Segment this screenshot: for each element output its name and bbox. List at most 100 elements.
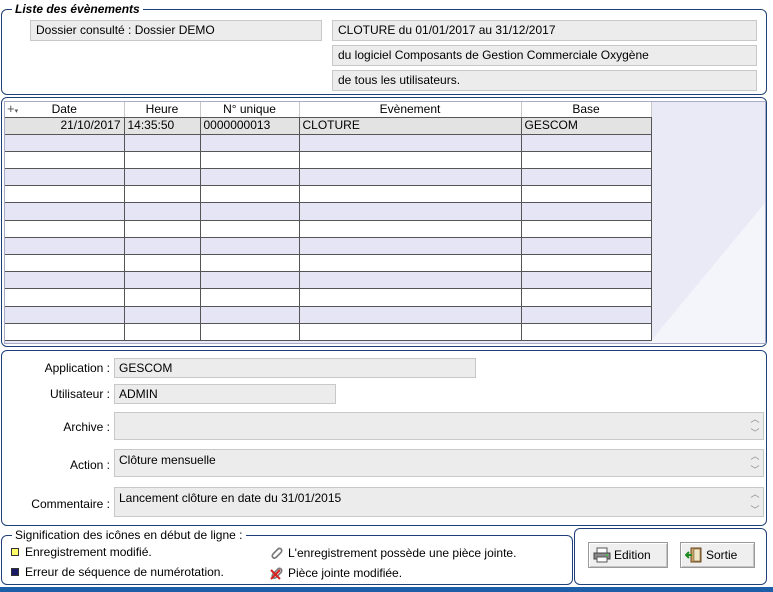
archive-label: Archive : (63, 420, 110, 434)
edition-button[interactable]: Edition (588, 542, 668, 568)
legend-attachment: L'enregistrement possède une pièce joint… (268, 545, 516, 561)
grid-header-numero[interactable]: N° unique (200, 102, 300, 118)
application-field[interactable]: GESCOM (114, 358, 476, 378)
cell-base (521, 306, 652, 324)
cell-heure: 14:35:50 (124, 117, 201, 135)
table-row[interactable] (5, 237, 652, 256)
window-bottom-bar (0, 587, 773, 592)
scroll-down-icon[interactable]: ﹀ (750, 465, 759, 475)
grid-header-date[interactable]: +▾ Date (5, 102, 125, 118)
cell-date (5, 323, 125, 341)
cell-base (521, 220, 652, 238)
cell-base (521, 254, 652, 273)
grid-header-heure[interactable]: Heure (124, 102, 201, 118)
cell-base (521, 237, 652, 256)
scroll-up-icon[interactable]: ︿ (750, 489, 759, 499)
scroll-down-icon[interactable]: ﹀ (750, 505, 759, 515)
cell-evenement (299, 237, 522, 256)
cell-date (5, 288, 125, 307)
cell-heure (124, 254, 201, 273)
cell-evenement (299, 185, 522, 204)
dossier-label: Dossier consulté : Dossier DEMO (30, 20, 322, 41)
cell-date: 21/10/2017 (5, 117, 125, 135)
events-grid[interactable]: +▾ Date Heure N° unique Evènement Base 2… (4, 101, 766, 344)
cell-date (5, 237, 125, 256)
cell-evenement (299, 168, 522, 187)
cell-date (5, 151, 125, 170)
cell-numero (200, 185, 300, 204)
cell-date (5, 271, 125, 290)
archive-field[interactable]: ︿ ﹀ (114, 412, 764, 440)
comment-field[interactable]: Lancement clôture en date du 31/01/2015 … (114, 487, 764, 517)
table-row[interactable] (5, 185, 652, 204)
cell-numero (200, 306, 300, 324)
legend-attachment-modified-label: Pièce jointe modifiée. (288, 566, 403, 580)
cell-numero (200, 254, 300, 273)
software-info: du logiciel Composants de Gestion Commer… (332, 45, 757, 66)
cell-base (521, 271, 652, 290)
user-field[interactable]: ADMIN (114, 384, 336, 404)
cell-base (521, 168, 652, 187)
events-table: +▾ Date Heure N° unique Evènement Base 2… (5, 102, 652, 341)
cell-base (521, 151, 652, 170)
cell-base (521, 288, 652, 307)
table-row[interactable] (5, 134, 652, 152)
action-scrollbar[interactable]: ︿ ﹀ (749, 451, 761, 475)
sortie-button-label: Sortie (706, 548, 738, 562)
action-value: Clôture mensuelle (119, 453, 216, 467)
cell-date (5, 134, 125, 152)
action-field[interactable]: Clôture mensuelle ︿ ﹀ (114, 449, 764, 477)
printer-icon (593, 547, 611, 563)
cell-heure (124, 151, 201, 170)
cell-heure (124, 202, 201, 221)
table-row[interactable] (5, 271, 652, 290)
user-label: Utilisateur : (49, 387, 110, 401)
cell-heure (124, 185, 201, 204)
cell-date (5, 168, 125, 187)
cell-numero (200, 288, 300, 307)
cell-numero: 0000000013 (200, 117, 300, 135)
table-row[interactable] (5, 323, 652, 341)
grid-header-base[interactable]: Base (521, 102, 652, 118)
legend-modified-label: Enregistrement modifié. (25, 545, 152, 559)
table-row[interactable] (5, 220, 652, 238)
legend-sequence-error-label: Erreur de séquence de numérotation. (25, 565, 224, 579)
users-info: de tous les utilisateurs. (332, 70, 757, 91)
edition-button-label: Edition (614, 548, 651, 562)
scroll-down-icon[interactable]: ﹀ (750, 428, 759, 438)
cell-evenement (299, 254, 522, 273)
cell-numero (200, 168, 300, 187)
modified-square-icon (11, 548, 19, 556)
events-panel-title: Liste des évènements (12, 2, 143, 16)
cell-heure (124, 237, 201, 256)
table-row[interactable] (5, 306, 652, 324)
cell-heure (124, 271, 201, 290)
sortie-button[interactable]: Sortie (680, 542, 755, 568)
cell-base (521, 185, 652, 204)
table-row[interactable] (5, 168, 652, 187)
cell-date (5, 254, 125, 273)
table-row[interactable] (5, 202, 652, 221)
table-row[interactable]: 21/10/2017 14:35:50 0000000013 CLOTURE G… (5, 117, 652, 135)
cell-heure (124, 323, 201, 341)
table-row[interactable] (5, 254, 652, 273)
icon-legend-title: Signification des icônes en début de lig… (12, 528, 246, 542)
cell-numero (200, 134, 300, 152)
scroll-up-icon[interactable]: ︿ (750, 414, 759, 424)
legend-sequence-error: Erreur de séquence de numérotation. (11, 565, 224, 579)
table-row[interactable] (5, 288, 652, 307)
comment-scrollbar[interactable]: ︿ ﹀ (749, 489, 761, 515)
application-label: Application : (44, 361, 110, 375)
add-column-icon[interactable]: +▾ (7, 102, 18, 118)
scroll-up-icon[interactable]: ︿ (750, 451, 759, 461)
grid-header-evenement[interactable]: Evènement (299, 102, 522, 118)
table-row[interactable] (5, 151, 652, 170)
cell-evenement: CLOTURE (299, 117, 522, 135)
cell-base: GESCOM (521, 117, 652, 135)
cell-evenement (299, 271, 522, 290)
cell-base (521, 202, 652, 221)
archive-scrollbar[interactable]: ︿ ﹀ (749, 414, 761, 438)
cell-evenement (299, 134, 522, 152)
cell-base (521, 323, 652, 341)
cell-evenement (299, 323, 522, 341)
